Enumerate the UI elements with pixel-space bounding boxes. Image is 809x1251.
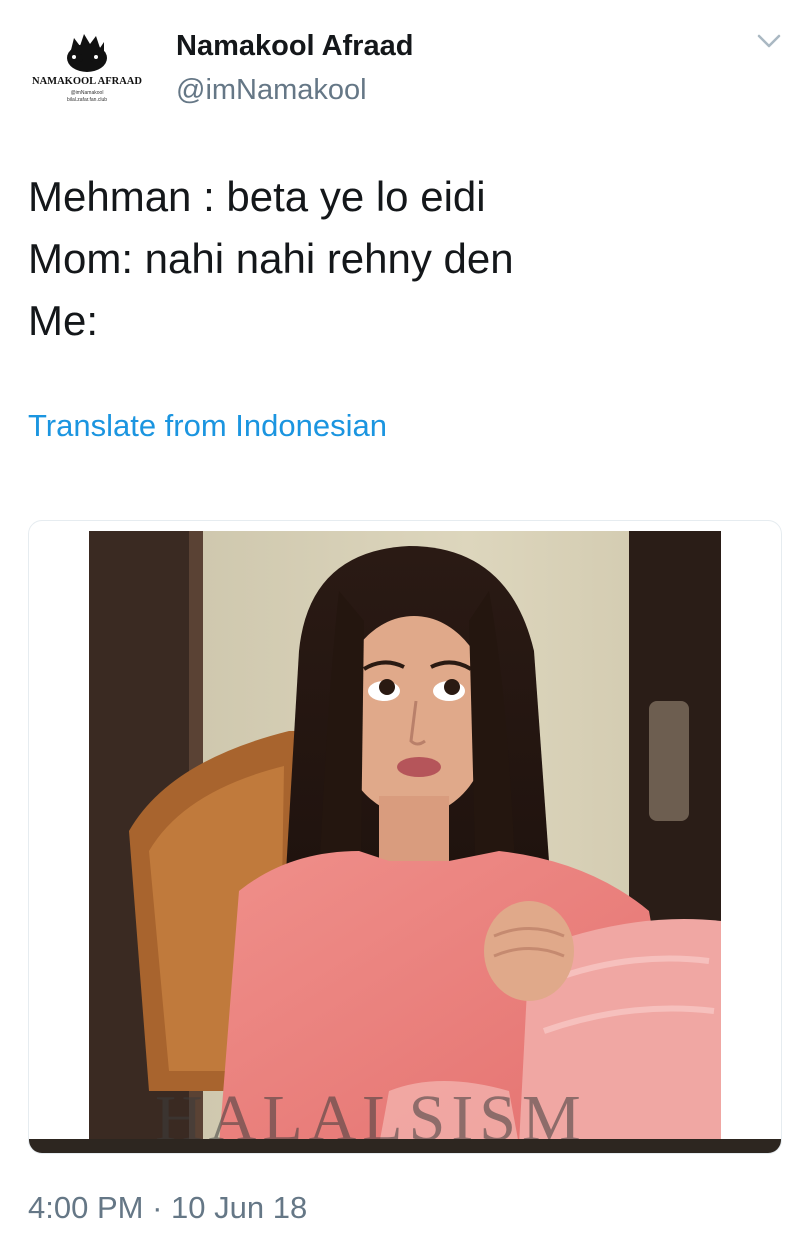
svg-text:@imNamakool: @imNamakool: [71, 90, 104, 96]
media-photo: [89, 531, 721, 1145]
tweet-line: Me:: [28, 297, 99, 344]
media-bottom-bar: [29, 1139, 781, 1153]
tweet-date: 10 Jun 18: [171, 1190, 308, 1225]
translate-link[interactable]: Translate from Indonesian: [28, 408, 387, 444]
author-name[interactable]: Namakool Afraad: [176, 30, 413, 63]
tweet-line: Mom: nahi nahi rehny den: [28, 235, 514, 282]
svg-text:NAMAKOOL AFRAAD: NAMAKOOL AFRAAD: [32, 76, 142, 87]
meta-separator: ·: [152, 1190, 163, 1225]
tweet-text: Mehman : beta ye lo eidi Mom: nahi nahi …: [28, 166, 514, 352]
tweet-timestamp[interactable]: 4:00 PM · 10 Jun 18: [28, 1190, 307, 1226]
avatar[interactable]: NAMAKOOL AFRAAD @imNamakool bilal.zafar.…: [26, 28, 148, 108]
svg-text:bilal.zafar.fan.club: bilal.zafar.fan.club: [67, 97, 107, 103]
tweet-media[interactable]: HALALSISM: [28, 520, 782, 1154]
tweet-time: 4:00 PM: [28, 1190, 144, 1225]
author-handle[interactable]: @imNamakool: [176, 74, 367, 107]
namakool-logo-icon: NAMAKOOL AFRAAD @imNamakool bilal.zafar.…: [32, 34, 142, 103]
tweet-line: Mehman : beta ye lo eidi: [28, 173, 486, 220]
chevron-down-icon[interactable]: [754, 30, 784, 52]
